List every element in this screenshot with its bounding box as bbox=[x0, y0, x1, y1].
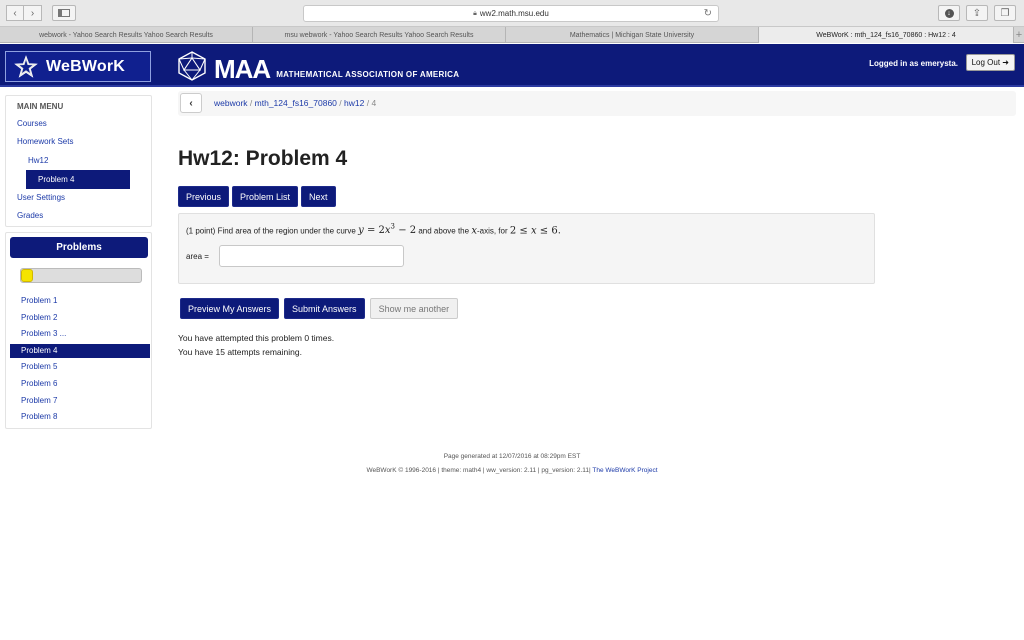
problem-axis-word: -axis, for bbox=[476, 226, 508, 236]
tab-bar: webwork - Yahoo Search Results Yahoo Sea… bbox=[0, 27, 1024, 43]
problem-mid: and above the bbox=[418, 226, 470, 236]
progress-bar-fill bbox=[21, 269, 33, 282]
footer-versions: WeBWorK © 1996-2016 | theme: math4 | ww_… bbox=[0, 467, 1024, 474]
download-icon[interactable]: ↓ bbox=[938, 5, 960, 21]
menu-link-homework-sets[interactable]: Homework Sets bbox=[17, 137, 73, 146]
breadcrumb-set[interactable]: hw12 bbox=[344, 98, 364, 108]
problems-panel-title: Problems bbox=[10, 237, 148, 258]
address-bar[interactable]: 🔒︎ ww2.math.msu.edu ↻ bbox=[303, 5, 719, 22]
main-menu-title: MAIN MENU bbox=[17, 102, 64, 111]
lock-icon: 🔒︎ bbox=[473, 9, 477, 17]
logo-text: WeBWorK bbox=[46, 57, 126, 75]
breadcrumb: ‹ webwork / mth_124_fs16_70860 / hw12 / … bbox=[178, 91, 1016, 116]
problem-nav: Previous Problem List Next bbox=[178, 186, 336, 207]
problem-list-button[interactable]: Problem List bbox=[232, 186, 299, 207]
problem-list: Problem 1 Problem 2 Problem 3 ... Problem 4… bbox=[6, 293, 151, 426]
curve-equation: y = 2x3 − 2 bbox=[358, 223, 417, 237]
menu-link-hw12[interactable]: Hw12 bbox=[28, 156, 48, 165]
webwork-star-icon bbox=[14, 54, 38, 78]
new-tab-plus-icon[interactable]: + bbox=[1014, 27, 1024, 42]
page-title: Hw12: Problem 4 bbox=[178, 147, 348, 170]
submit-answers-button[interactable]: Submit Answers bbox=[284, 298, 365, 319]
problem-list-item[interactable]: Problem 8 bbox=[6, 409, 151, 426]
share-icon[interactable]: ⇪ bbox=[966, 5, 988, 21]
back-arrow-icon[interactable]: ‹ bbox=[6, 5, 24, 21]
main-menu: MAIN MENU Courses Homework Sets Hw12 Pro… bbox=[5, 95, 152, 227]
breadcrumb-course[interactable]: mth_124_fs16_70860 bbox=[255, 98, 337, 108]
answer-label: area = bbox=[186, 252, 209, 261]
logout-button[interactable]: Log Out ➜ bbox=[965, 54, 1015, 71]
maa-icosahedron-icon bbox=[178, 51, 206, 81]
menu-link-user-settings[interactable]: User Settings bbox=[17, 193, 65, 202]
tabs-overview-icon[interactable]: ❐ bbox=[994, 5, 1016, 21]
show-me-another-button[interactable]: Show me another bbox=[369, 298, 459, 319]
progress-bar bbox=[20, 268, 142, 283]
webwork-logo[interactable]: WeBWorK bbox=[5, 51, 151, 82]
tab-webwork-problem[interactable]: WeBWorK : mth_124_fs16_70860 : Hw12 : 4 bbox=[759, 27, 1014, 43]
problem-list-item[interactable]: Problem 6 bbox=[6, 376, 151, 393]
breadcrumb-problem: 4 bbox=[371, 98, 377, 108]
attempts-count: You have attempted this problem 0 times. bbox=[178, 333, 335, 343]
problem-statement: (1 point) Find area of the region under … bbox=[186, 223, 561, 236]
tab-msu-mathematics[interactable]: Mathematics | Michigan State University bbox=[506, 27, 759, 43]
problem-intro: (1 point) Find area of the region under … bbox=[186, 226, 356, 236]
tab-yahoo-webwork[interactable]: webwork - Yahoo Search Results Yahoo Sea… bbox=[0, 27, 253, 43]
reload-icon[interactable]: ↻ bbox=[704, 8, 712, 19]
breadcrumb-path: webwork / mth_124_fs16_70860 / hw12 / 4 bbox=[214, 98, 376, 108]
history-buttons: ‹ › bbox=[6, 5, 42, 21]
answer-actions: Preview My Answers Submit Answers Show m… bbox=[180, 298, 459, 319]
problem-list-item[interactable]: Problem 1 bbox=[6, 293, 151, 310]
browser-toolbar: ‹ › 🔒︎ ww2.math.msu.edu ↻ ↓ ⇪ ❐ bbox=[0, 0, 1024, 27]
site-header: WeBWorK MAA MATHEMATICAL ASSOCIATION OF … bbox=[0, 44, 1024, 87]
footer-version-text: WeBWorK © 1996-2016 | theme: math4 | ww_… bbox=[366, 467, 591, 474]
menu-link-courses[interactable]: Courses bbox=[17, 119, 47, 128]
problem-list-item[interactable]: Problem 5 bbox=[6, 359, 151, 376]
maa-subtitle: MATHEMATICAL ASSOCIATION OF AMERICA bbox=[276, 70, 460, 79]
breadcrumb-back-chevron-icon[interactable]: ‹ bbox=[180, 93, 202, 113]
footer-generated: Page generated at 12/07/2016 at 08:29pm … bbox=[443, 453, 581, 460]
previous-button[interactable]: Previous bbox=[178, 186, 230, 207]
problem-box: (1 point) Find area of the region under … bbox=[178, 213, 875, 284]
footer-project-link[interactable]: The WeBWorK Project bbox=[592, 467, 657, 474]
problem-list-item[interactable]: Problem 2 bbox=[6, 310, 151, 327]
interval-inequality: 2 ≤ x ≤ 6. bbox=[509, 225, 561, 237]
area-answer-input[interactable] bbox=[219, 245, 404, 267]
tab-yahoo-msu-webwork[interactable]: msu webwork - Yahoo Search Results Yahoo… bbox=[253, 27, 506, 43]
menu-link-grades[interactable]: Grades bbox=[17, 211, 43, 220]
attempts-info: You have attempted this problem 0 times.… bbox=[178, 331, 334, 359]
maa-title: MAA bbox=[214, 54, 271, 84]
forward-arrow-icon[interactable]: › bbox=[24, 5, 42, 21]
problem-list-item[interactable]: Problem 4 bbox=[10, 343, 150, 358]
problem-list-item[interactable]: Problem 7 bbox=[6, 393, 151, 410]
problem-list-item[interactable]: Problem 3 ... bbox=[6, 326, 151, 343]
menu-link-current-problem[interactable]: Problem 4 bbox=[26, 170, 130, 189]
preview-answers-button[interactable]: Preview My Answers bbox=[180, 298, 280, 319]
attempts-remaining: You have 15 attempts remaining. bbox=[178, 347, 302, 357]
login-status: Logged in as emerysta. bbox=[869, 59, 958, 68]
maa-logo[interactable]: MAA MATHEMATICAL ASSOCIATION OF AMERICA bbox=[176, 50, 459, 82]
sidebar-toggle-icon[interactable] bbox=[52, 5, 76, 21]
problems-panel: Problems Problem 1 Problem 2 Problem 3 ...… bbox=[5, 232, 152, 429]
url-text: ww2.math.msu.edu bbox=[479, 9, 549, 18]
next-button[interactable]: Next bbox=[301, 186, 336, 207]
toolbar-right-buttons: ↓ ⇪ ❐ bbox=[938, 5, 1016, 21]
breadcrumb-webwork[interactable]: webwork bbox=[214, 98, 248, 108]
